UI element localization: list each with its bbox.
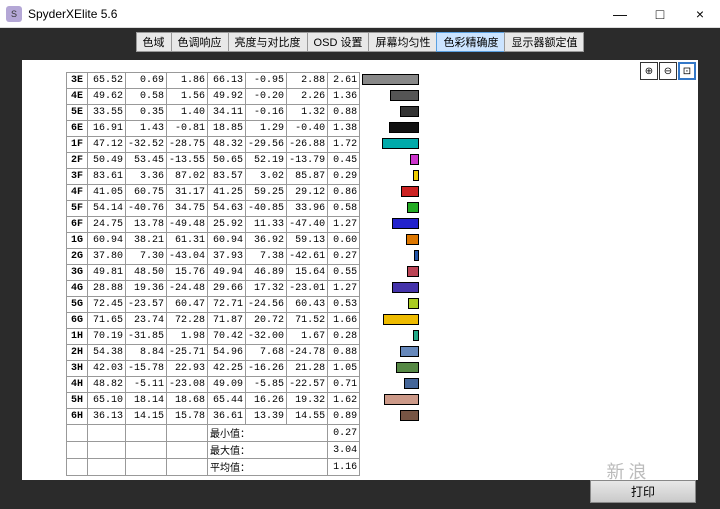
table-row: 1F 47.12-32.52-28.75 48.32-29.56-26.881.… bbox=[67, 137, 422, 153]
table-row: 6H 36.13 14.15 15.78 36.61 13.39 14.550.… bbox=[67, 409, 422, 425]
table-row: 4E 49.62 0.58 1.56 49.92-0.20 2.261.36 bbox=[67, 89, 422, 105]
table-row: 4H 48.82-5.11-23.08 49.09-5.85-22.570.71 bbox=[67, 377, 422, 393]
table-row: 6E 16.91 1.43-0.81 18.85 1.29-0.401.38 bbox=[67, 121, 422, 137]
stats-row: 平均值：1.16 bbox=[67, 459, 422, 476]
tab-bar: 色域色调响应亮度与对比度OSD 设置屏幕均匀性色彩精确度显示器额定值 bbox=[2, 30, 718, 54]
table-row: 5G 72.45-23.57 60.47 72.71-24.56 60.430.… bbox=[67, 297, 422, 313]
table-row: 2G 37.80 7.30-43.04 37.93 7.38-42.610.27 bbox=[67, 249, 422, 265]
tab-0[interactable]: 色域 bbox=[136, 32, 171, 52]
stats-row: 最小值：0.27 bbox=[67, 425, 422, 442]
tab-1[interactable]: 色调响应 bbox=[171, 32, 228, 52]
table-row: 4F 41.05 60.75 31.17 41.25 59.25 29.120.… bbox=[67, 185, 422, 201]
window-title: SpyderXElite 5.6 bbox=[28, 7, 600, 21]
tab-4[interactable]: 屏幕均匀性 bbox=[368, 32, 436, 52]
table-row: 2F 50.49 53.45-13.55 50.65 52.19-13.790.… bbox=[67, 153, 422, 169]
color-accuracy-table: 3E 65.52 0.69 1.86 66.13-0.95 2.882.614E… bbox=[66, 72, 422, 476]
tab-3[interactable]: OSD 设置 bbox=[307, 32, 369, 52]
tab-6[interactable]: 显示器额定值 bbox=[504, 32, 584, 52]
print-button[interactable]: 打印 bbox=[590, 480, 696, 503]
table-row: 3E 65.52 0.69 1.86 66.13-0.95 2.882.61 bbox=[67, 73, 422, 89]
table-row: 5H 65.10 18.14 18.68 65.44 16.26 19.321.… bbox=[67, 393, 422, 409]
table-row: 6F 24.75 13.78-49.48 25.92 11.33-47.401.… bbox=[67, 217, 422, 233]
table-row: 1H 70.19-31.85 1.98 70.42-32.00 1.670.28 bbox=[67, 329, 422, 345]
app-icon: S bbox=[6, 6, 22, 22]
titlebar: S SpyderXElite 5.6 — □ × bbox=[0, 0, 720, 28]
zoom-out-button[interactable]: ⊖ bbox=[659, 62, 677, 80]
table-row: 3F 83.61 3.36 87.02 83.57 3.02 85.870.29 bbox=[67, 169, 422, 185]
table-row: 6G 71.65 23.74 72.28 71.87 20.72 71.521.… bbox=[67, 313, 422, 329]
table-row: 3G 49.81 48.50 15.76 49.94 46.89 15.640.… bbox=[67, 265, 422, 281]
stats-row: 最大值：3.04 bbox=[67, 442, 422, 459]
table-row: 4G 28.88 19.36-24.48 29.66 17.32-23.011.… bbox=[67, 281, 422, 297]
table-row: 5F 54.14-40.76 34.75 54.63-40.85 33.960.… bbox=[67, 201, 422, 217]
maximize-button[interactable]: □ bbox=[640, 0, 680, 28]
table-row: 2H 54.38 8.84-25.71 54.96 7.68-24.780.88 bbox=[67, 345, 422, 361]
table-row: 3H 42.03-15.78 22.93 42.25-16.26 21.281.… bbox=[67, 361, 422, 377]
content-area: ⊕ ⊖ ⊡ 3E 65.52 0.69 1.86 66.13-0.95 2.88… bbox=[22, 60, 698, 480]
zoom-in-button[interactable]: ⊕ bbox=[640, 62, 658, 80]
tab-5[interactable]: 色彩精确度 bbox=[436, 32, 504, 52]
table-row: 1G 60.94 38.21 61.31 60.94 36.92 59.130.… bbox=[67, 233, 422, 249]
close-button[interactable]: × bbox=[680, 0, 720, 28]
minimize-button[interactable]: — bbox=[600, 0, 640, 28]
tab-2[interactable]: 亮度与对比度 bbox=[228, 32, 307, 52]
zoom-fit-button[interactable]: ⊡ bbox=[678, 62, 696, 80]
app-frame: 色域色调响应亮度与对比度OSD 设置屏幕均匀性色彩精确度显示器额定值 ⊕ ⊖ ⊡… bbox=[0, 28, 720, 509]
table-row: 5E 33.55 0.35 1.40 34.11-0.16 1.320.88 bbox=[67, 105, 422, 121]
